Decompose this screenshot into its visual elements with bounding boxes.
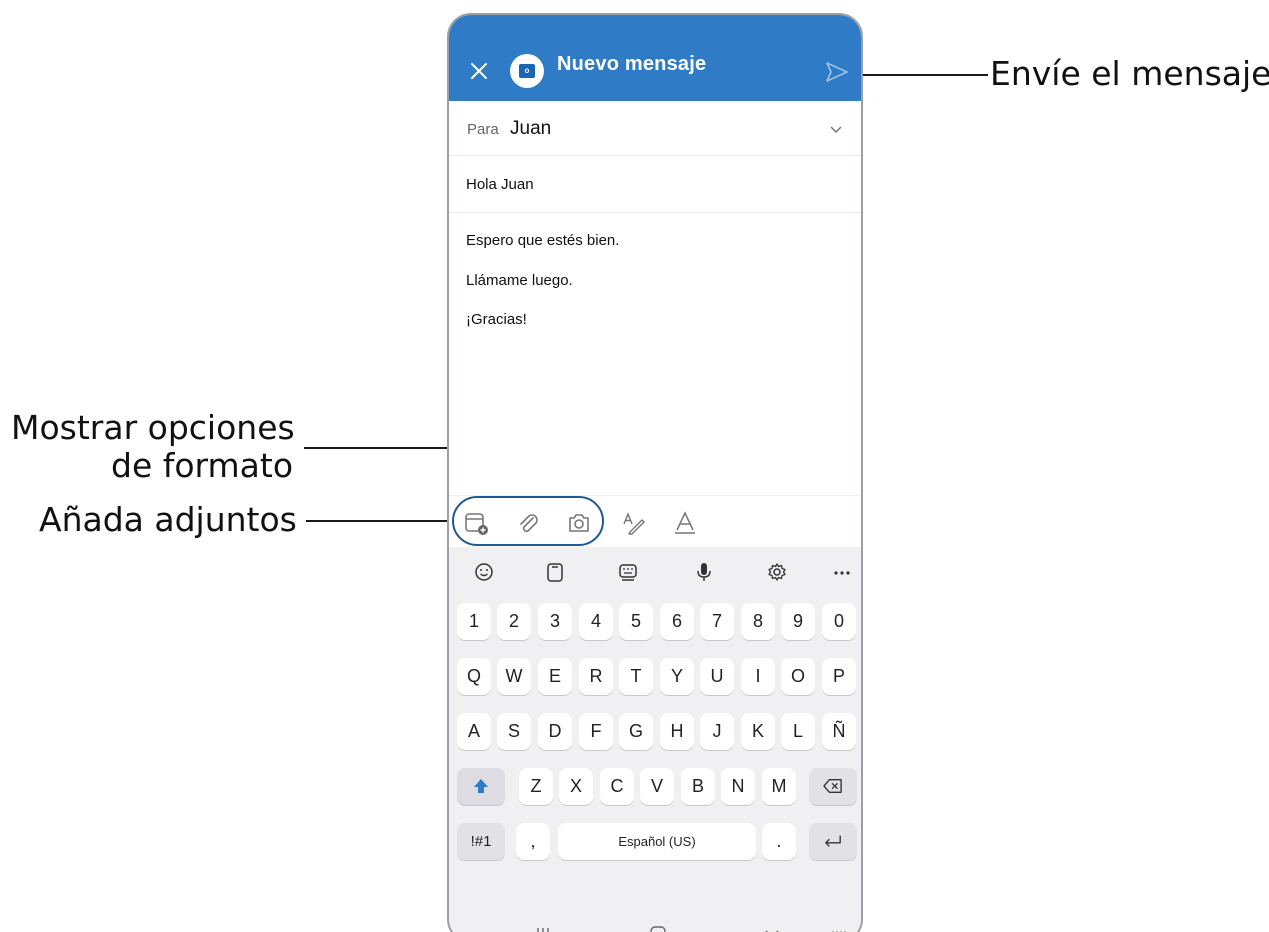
key-l[interactable]: L [781,713,815,750]
settings-icon[interactable] [766,561,788,583]
callout-format-line1: Mostrar opciones [11,408,295,447]
body-line-3[interactable]: ¡Gracias! [466,311,527,328]
key-e[interactable]: E [538,658,572,695]
callout-send-line [858,74,988,76]
chevron-down-icon[interactable] [829,125,843,135]
backspace-icon [823,779,842,793]
subject-text: Hola Juan [466,176,534,193]
key-1[interactable]: 1 [457,603,491,640]
enter-key[interactable] [809,823,857,860]
pen-format-icon[interactable] [621,510,647,536]
key-z[interactable]: Z [519,768,553,805]
callout-format-line2: de formato [111,446,294,485]
key-r[interactable]: R [579,658,613,695]
key-t[interactable]: T [619,658,653,695]
callout-send: Envíe el mensaje [990,54,1269,93]
key-g[interactable]: G [619,713,653,750]
back-icon[interactable] [762,925,782,932]
key-b[interactable]: B [681,768,715,805]
key-9[interactable]: 9 [781,603,815,640]
recents-icon[interactable] [533,925,553,932]
backspace-key[interactable] [809,768,857,805]
key-3[interactable]: 3 [538,603,572,640]
key-v[interactable]: V [640,768,674,805]
key-w[interactable]: W [497,658,531,695]
app-bar: o Nuevo mensaje [449,15,861,101]
phone-screen: o Nuevo mensaje Para Juan Hola Juan Espe… [447,13,863,932]
key-6[interactable]: 6 [660,603,694,640]
key-u[interactable]: U [700,658,734,695]
more-icon[interactable] [831,561,853,583]
key-n-tilde[interactable]: Ñ [822,713,856,750]
shift-key[interactable] [457,768,505,805]
subject-field[interactable]: Hola Juan [449,156,861,213]
body-line-2[interactable]: Llámame luego. [466,272,573,289]
key-x[interactable]: X [559,768,593,805]
close-icon[interactable] [467,59,491,83]
key-4[interactable]: 4 [579,603,613,640]
key-a[interactable]: A [457,713,491,750]
space-bar[interactable]: Español (US) [558,823,756,860]
keyboard: 1 2 3 4 5 6 7 8 9 0 Q W E R T Y U I O P … [449,547,861,932]
to-field[interactable]: Para Juan [449,101,861,156]
key-s[interactable]: S [497,713,531,750]
emoji-icon[interactable] [473,561,495,583]
callout-attachments: Añada adjuntos [39,500,297,539]
key-q[interactable]: Q [457,658,491,695]
key-c[interactable]: C [600,768,634,805]
attachments-highlight [452,496,604,546]
microphone-icon[interactable] [693,561,715,583]
keyboard-switch-icon[interactable] [830,925,850,932]
key-n[interactable]: N [721,768,755,805]
key-i[interactable]: I [741,658,775,695]
to-recipient[interactable]: Juan [510,118,551,140]
text-format-icon[interactable] [672,510,698,536]
home-icon[interactable] [648,925,668,932]
system-nav-bar [449,919,861,932]
period-key[interactable]: . [762,823,796,860]
key-7[interactable]: 7 [700,603,734,640]
clipboard-icon[interactable] [544,561,566,583]
send-icon[interactable] [825,61,849,83]
key-h[interactable]: H [660,713,694,750]
to-label: Para [467,121,499,138]
key-5[interactable]: 5 [619,603,653,640]
key-m[interactable]: M [762,768,796,805]
key-f[interactable]: F [579,713,613,750]
key-k[interactable]: K [741,713,775,750]
key-p[interactable]: P [822,658,856,695]
callout-attachments-line [306,520,452,522]
key-0[interactable]: 0 [822,603,856,640]
comma-key[interactable]: , [516,823,550,860]
outlook-logo-icon: o [510,54,544,88]
key-y[interactable]: Y [660,658,694,695]
key-j[interactable]: J [700,713,734,750]
page-title: Nuevo mensaje [557,53,707,75]
key-8[interactable]: 8 [741,603,775,640]
enter-icon [825,835,841,847]
keyboard-icon[interactable] [617,561,639,583]
key-d[interactable]: D [538,713,572,750]
key-o[interactable]: O [781,658,815,695]
body-line-1[interactable]: Espero que estés bien. [466,232,619,249]
symbols-key[interactable]: !#1 [457,823,505,860]
key-2[interactable]: 2 [497,603,531,640]
shift-arrow-icon [474,779,488,793]
